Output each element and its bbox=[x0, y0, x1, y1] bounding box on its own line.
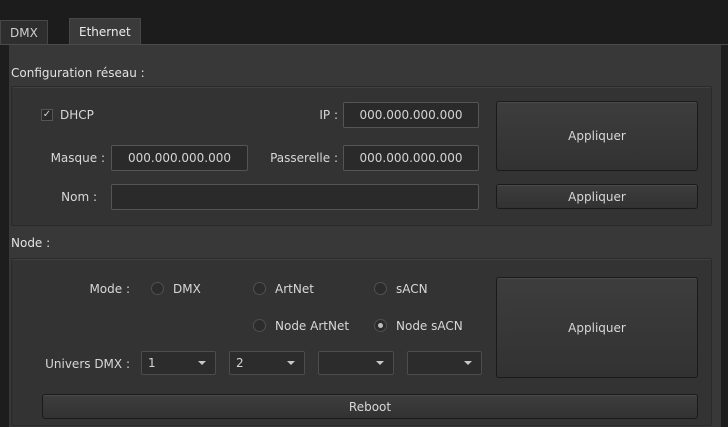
universe-select-2-value: 2 bbox=[236, 356, 244, 370]
gateway-input[interactable] bbox=[343, 145, 479, 171]
apply-network-button[interactable]: Appliquer bbox=[496, 101, 698, 171]
mode-dmx-radio[interactable] bbox=[151, 282, 164, 295]
tab-dmx[interactable]: DMX bbox=[0, 20, 48, 45]
chevron-down-icon bbox=[287, 361, 295, 365]
mode-node-artnet-radio[interactable] bbox=[253, 319, 266, 332]
node-section-title: Node : bbox=[11, 236, 51, 250]
universe-select-1-value: 1 bbox=[148, 356, 156, 370]
chevron-down-icon bbox=[198, 361, 206, 365]
dhcp-label: DHCP bbox=[60, 108, 94, 122]
mode-dmx-label: DMX bbox=[173, 282, 201, 296]
universe-select-2[interactable]: 2 bbox=[229, 351, 305, 375]
check-icon: ✓ bbox=[42, 109, 52, 120]
name-input[interactable] bbox=[111, 184, 479, 210]
tab-ethernet[interactable]: Ethernet bbox=[69, 18, 141, 45]
mask-label: Masque : bbox=[50, 151, 105, 165]
mode-label: Mode : bbox=[89, 282, 130, 296]
apply-name-button[interactable]: Appliquer bbox=[496, 184, 698, 209]
apply-node-button[interactable]: Appliquer bbox=[496, 277, 698, 378]
chevron-down-icon bbox=[464, 361, 472, 365]
mode-artnet-label: ArtNet bbox=[275, 282, 314, 296]
ip-label: IP : bbox=[319, 108, 338, 122]
universe-select-3[interactable] bbox=[318, 351, 394, 375]
universe-select-1[interactable]: 1 bbox=[141, 351, 216, 375]
mask-input[interactable] bbox=[111, 145, 248, 171]
ip-input[interactable] bbox=[343, 102, 479, 128]
chevron-down-icon bbox=[376, 361, 384, 365]
dhcp-checkbox[interactable]: ✓ bbox=[41, 109, 53, 121]
name-label: Nom : bbox=[61, 190, 97, 204]
mode-sacn-label: sACN bbox=[396, 282, 428, 296]
universe-select-4[interactable] bbox=[407, 351, 482, 375]
mode-artnet-radio[interactable] bbox=[253, 282, 266, 295]
mode-node-sacn-label: Node sACN bbox=[396, 319, 463, 333]
reboot-button[interactable]: Reboot bbox=[42, 394, 698, 419]
mode-node-sacn-radio[interactable] bbox=[374, 319, 387, 332]
network-section-title: Configuration réseau : bbox=[11, 66, 145, 80]
mode-node-artnet-label: Node ArtNet bbox=[275, 319, 350, 333]
gateway-label: Passerelle : bbox=[270, 151, 338, 165]
universe-label: Univers DMX : bbox=[45, 357, 130, 371]
mode-sacn-radio[interactable] bbox=[374, 282, 387, 295]
